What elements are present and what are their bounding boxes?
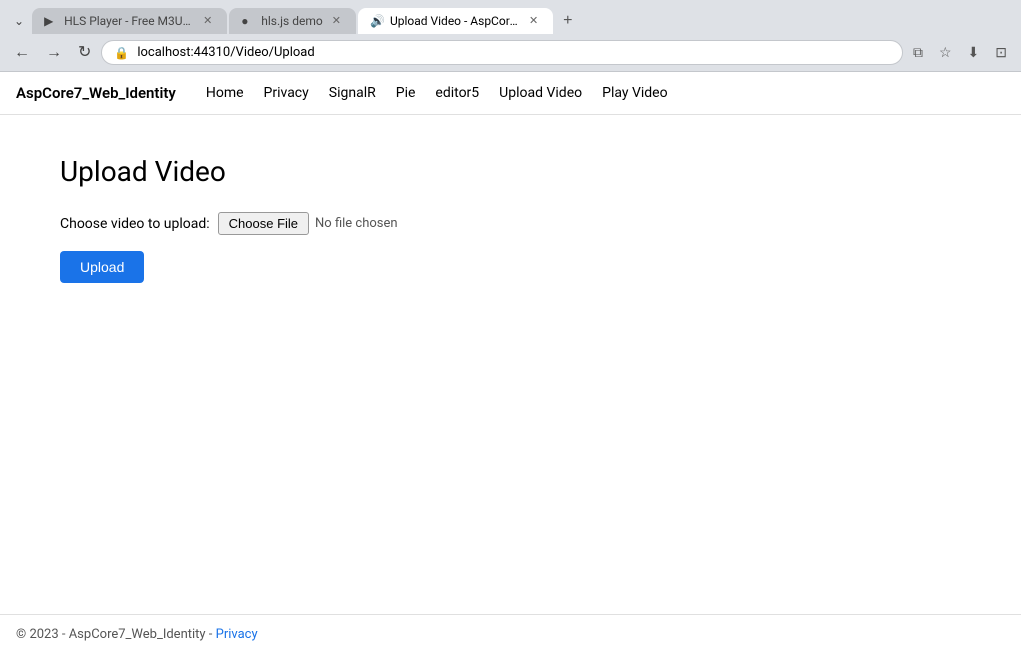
url-bar[interactable]: 🔒 localhost:44310/Video/Upload: [101, 40, 903, 65]
nav-link-editor5[interactable]: editor5: [435, 85, 479, 101]
menu-button[interactable]: ⊡: [989, 40, 1013, 65]
choose-file-button[interactable]: Choose File: [218, 212, 309, 235]
upload-row: Choose video to upload: Choose File No f…: [60, 212, 961, 235]
download-button[interactable]: ⬇: [962, 40, 986, 65]
tab-bar: ⌄ ▶ HLS Player - Free M3U8,DASH P ✕ ● hl…: [0, 0, 1021, 34]
reload-button[interactable]: ↻: [72, 41, 97, 65]
bookmark-button[interactable]: ☆: [933, 40, 958, 65]
tab-close-2[interactable]: ✕: [329, 15, 344, 28]
nav-link-upload-video[interactable]: Upload Video: [499, 85, 582, 101]
tab-history-button[interactable]: ⌄: [8, 10, 30, 32]
site-nav: AspCore7_Web_Identity Home Privacy Signa…: [0, 72, 1021, 115]
pip-button[interactable]: ⧉: [907, 40, 929, 65]
footer-privacy-link[interactable]: Privacy: [216, 627, 258, 642]
tab-title-1: HLS Player - Free M3U8,DASH P: [64, 14, 194, 28]
tab-title-2: hls.js demo: [261, 14, 322, 28]
tab-hls-player[interactable]: ▶ HLS Player - Free M3U8,DASH P ✕: [32, 8, 227, 34]
nav-link-play-video[interactable]: Play Video: [602, 85, 667, 101]
upload-label: Choose video to upload:: [60, 216, 210, 232]
nav-link-privacy[interactable]: Privacy: [264, 85, 309, 101]
back-button[interactable]: ←: [8, 41, 36, 65]
page: AspCore7_Web_Identity Home Privacy Signa…: [0, 72, 1021, 654]
nav-link-home[interactable]: Home: [206, 85, 244, 101]
forward-button[interactable]: →: [40, 41, 68, 65]
no-file-text: No file chosen: [315, 216, 398, 231]
browser-chrome: ⌄ ▶ HLS Player - Free M3U8,DASH P ✕ ● hl…: [0, 0, 1021, 72]
security-icon: 🔒: [114, 46, 129, 60]
tab-favicon-1: ▶: [44, 14, 58, 28]
new-tab-button[interactable]: +: [555, 9, 580, 33]
nav-link-signalr[interactable]: SignalR: [329, 85, 376, 101]
address-bar: ← → ↻ 🔒 localhost:44310/Video/Upload ⧉ ☆…: [0, 34, 1021, 71]
site-footer: © 2023 - AspCore7_Web_Identity - Privacy: [0, 614, 1021, 654]
browser-actions: ⧉ ☆ ⬇ ⊡: [907, 40, 1013, 65]
tab-title-3: Upload Video - AspCore7_W: [390, 14, 520, 28]
tab-close-1[interactable]: ✕: [200, 15, 215, 28]
upload-button[interactable]: Upload: [60, 251, 144, 283]
tab-upload-video[interactable]: 🔊 Upload Video - AspCore7_W ✕: [358, 8, 553, 34]
tab-hlsjs-demo[interactable]: ● hls.js demo ✕: [229, 8, 356, 34]
main-content: Upload Video Choose video to upload: Cho…: [0, 115, 1021, 614]
footer-copyright: © 2023 - AspCore7_Web_Identity -: [16, 627, 212, 642]
url-text: localhost:44310/Video/Upload: [137, 45, 890, 60]
tab-close-3[interactable]: ✕: [526, 15, 541, 28]
nav-link-pie[interactable]: Pie: [396, 85, 416, 101]
page-title: Upload Video: [60, 155, 961, 188]
site-brand[interactable]: AspCore7_Web_Identity: [16, 84, 176, 102]
file-input-wrapper: Choose File No file chosen: [218, 212, 398, 235]
tab-favicon-3: 🔊: [370, 14, 384, 28]
tab-favicon-2: ●: [241, 14, 255, 28]
